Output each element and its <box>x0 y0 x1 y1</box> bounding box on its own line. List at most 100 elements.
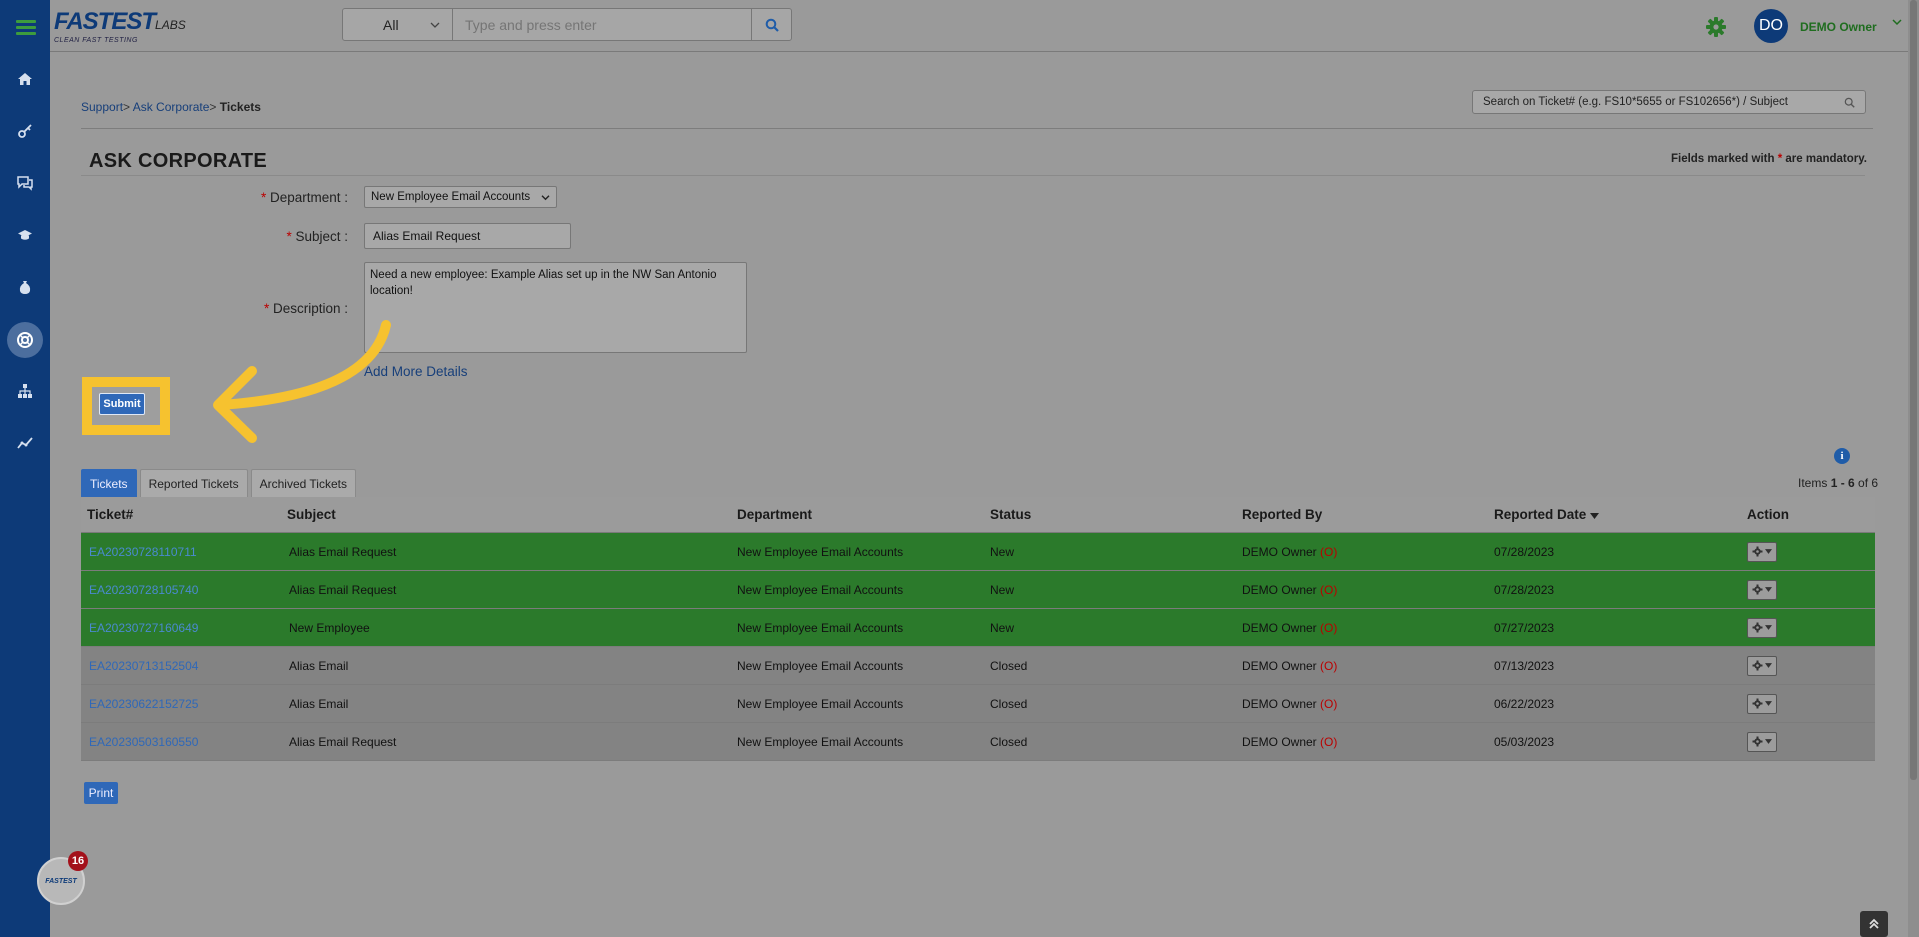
status-cell: Closed <box>990 658 1028 673</box>
user-name[interactable]: DEMO Owner <box>1800 20 1877 34</box>
chat-icon[interactable] <box>10 168 40 198</box>
search-button[interactable] <box>751 9 791 40</box>
row-action-menu-button[interactable] <box>1747 541 1777 562</box>
ticket-cell: EA20230728105740 <box>81 583 279 597</box>
column-header-reported-by[interactable]: Reported By <box>1232 507 1484 522</box>
logo-tagline: CLEAN FAST TESTING <box>54 37 138 44</box>
ticket-search-placeholder: Search on Ticket# (e.g. FS10*5655 or FS1… <box>1483 96 1788 108</box>
home-icon[interactable] <box>10 64 40 94</box>
department-cell: New Employee Email Accounts <box>737 658 904 673</box>
caret-down-icon <box>1765 701 1772 706</box>
ticket-link[interactable]: EA20230503160550 <box>89 735 198 749</box>
ticket-link[interactable]: EA20230728110711 <box>89 545 197 559</box>
ticket-link[interactable]: EA20230728105740 <box>89 583 198 597</box>
department-cell: New Employee Email Accounts <box>737 544 904 559</box>
chevron-down-icon[interactable] <box>1892 18 1902 29</box>
search-input[interactable] <box>453 9 751 40</box>
breadcrumb-ask-corporate[interactable]: Ask Corporate <box>133 100 210 114</box>
column-header-reported-date[interactable]: Reported Date <box>1484 507 1737 522</box>
divider <box>81 128 1873 129</box>
ticket-link[interactable]: EA20230727160649 <box>89 621 198 635</box>
action-cell <box>1737 617 1875 638</box>
caret-down-icon <box>1765 587 1772 592</box>
table-row[interactable]: EA20230728105740 Alias Email Request New E… <box>81 571 1875 609</box>
row-action-menu-button[interactable] <box>1747 655 1777 676</box>
table-row[interactable]: EA20230728110711 Alias Email Request New E… <box>81 533 1875 571</box>
support-icon[interactable] <box>7 322 43 358</box>
row-action-menu-button[interactable] <box>1747 579 1777 600</box>
reported-by-name: DEMO Owner <box>1242 734 1317 749</box>
subject-value: Alias Email Request <box>373 229 481 243</box>
row-action-menu-button[interactable] <box>1747 693 1777 714</box>
reported-by-tag: (O) <box>1320 696 1338 711</box>
subject-input[interactable]: Alias Email Request <box>364 223 571 249</box>
gear-icon <box>1752 622 1763 633</box>
vertical-scrollbar[interactable] <box>1908 0 1919 937</box>
column-header-ticket[interactable]: Ticket# <box>81 507 279 522</box>
ticket-link[interactable]: EA20230713152504 <box>89 659 198 673</box>
reported-date-cell: 07/28/2023 <box>1494 582 1555 597</box>
reported-by-tag: (O) <box>1320 620 1338 635</box>
reported-by-tag: (O) <box>1320 544 1338 559</box>
fab-label: FASTEST <box>45 877 77 885</box>
ticket-search-input[interactable]: Search on Ticket# (e.g. FS10*5655 or FS1… <box>1472 90 1866 114</box>
top-bar: FASTESTLABS CLEAN FAST TESTING All DO DE… <box>50 0 1919 52</box>
reported-by-cell: DEMO Owner (O) <box>1232 735 1484 749</box>
page-title: ASK CORPORATE <box>89 150 267 172</box>
reported-date-cell: 07/13/2023 <box>1494 658 1555 673</box>
hamburger-menu-icon[interactable] <box>16 17 36 39</box>
table-row[interactable]: EA20230713152504 Alias Email New Employee … <box>81 647 1875 685</box>
subject-cell: Alias Email Request <box>289 734 397 749</box>
gear-icon <box>1752 584 1763 595</box>
column-header-action: Action <box>1747 507 1789 522</box>
reported-by-name: DEMO Owner <box>1242 582 1317 597</box>
column-header-department[interactable]: Department <box>729 507 980 522</box>
reported-by-name: DEMO Owner <box>1242 658 1317 673</box>
tab-archived-tickets[interactable]: Archived Tickets <box>250 469 356 497</box>
description-textarea[interactable]: Need a new employee: Example Alias set u… <box>364 262 747 353</box>
action-cell <box>1737 655 1875 676</box>
row-action-menu-button[interactable] <box>1747 731 1777 752</box>
column-header-subject[interactable]: Subject <box>279 507 729 522</box>
search-icon[interactable] <box>1844 97 1855 108</box>
search-scope-select[interactable]: All <box>343 9 453 40</box>
breadcrumb-separator: > <box>123 100 131 114</box>
table-row[interactable]: EA20230727160649 New Employee New Employee… <box>81 609 1875 647</box>
analytics-icon[interactable] <box>10 428 40 458</box>
breadcrumb-support[interactable]: Support <box>81 100 123 114</box>
avatar[interactable]: DO <box>1754 9 1788 43</box>
info-icon[interactable]: i <box>1834 448 1850 464</box>
subject-cell: Alias Email Request <box>289 582 397 597</box>
table-row[interactable]: EA20230622152725 Alias Email New Employee … <box>81 685 1875 723</box>
scroll-to-top-button[interactable] <box>1860 911 1888 937</box>
column-header-status[interactable]: Status <box>980 507 1232 522</box>
logo[interactable]: FASTESTLABS CLEAN FAST TESTING <box>54 8 186 50</box>
scrollbar-thumb[interactable] <box>1910 0 1917 780</box>
reported-by-cell: DEMO Owner (O) <box>1232 621 1484 635</box>
department-cell: New Employee Email Accounts <box>737 582 904 597</box>
caret-down-icon <box>1765 739 1772 744</box>
items-of: of <box>1858 476 1869 490</box>
department-select[interactable]: New Employee Email Accounts <box>364 186 557 208</box>
row-action-menu-button[interactable] <box>1747 617 1777 638</box>
gear-icon <box>1752 546 1763 557</box>
submit-button[interactable]: Submit <box>99 393 145 415</box>
department-cell: New Employee Email Accounts <box>737 620 904 635</box>
settings-gear-icon[interactable] <box>1705 16 1727 38</box>
subject-label: * Subject : <box>286 229 348 244</box>
tab-tickets[interactable]: Tickets <box>81 469 137 497</box>
ticket-link[interactable]: EA20230622152725 <box>89 697 198 711</box>
table-row[interactable]: EA20230503160550 Alias Email Request New E… <box>81 723 1875 761</box>
money-bag-icon[interactable] <box>10 272 40 302</box>
key-icon[interactable] <box>10 116 40 146</box>
logo-main: FASTEST <box>54 8 156 35</box>
status-cell: New <box>990 620 1015 635</box>
org-chart-icon[interactable] <box>10 376 40 406</box>
ticket-cell: EA20230727160649 <box>81 621 279 635</box>
tab-reported-tickets[interactable]: Reported Tickets <box>139 469 248 497</box>
graduation-cap-icon[interactable] <box>10 220 40 250</box>
print-button[interactable]: Print <box>84 782 118 804</box>
ticket-cell: EA20230503160550 <box>81 735 279 749</box>
caret-down-icon <box>1765 549 1772 554</box>
subject-cell: New Employee <box>289 620 370 635</box>
